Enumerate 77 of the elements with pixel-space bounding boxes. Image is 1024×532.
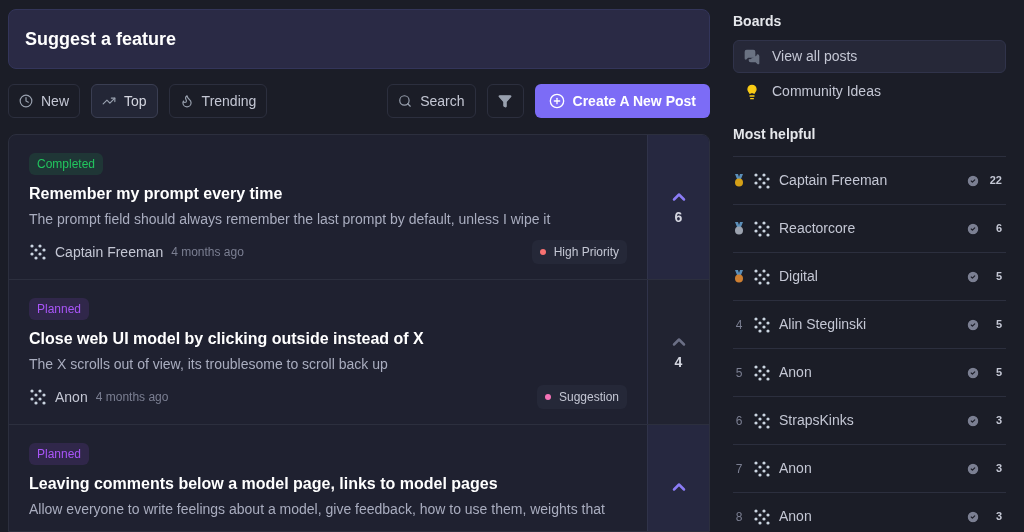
rank-number: 4 (735, 316, 743, 334)
rank-number: 6 (735, 412, 743, 430)
post-card[interactable]: Planned Leaving comments below a model page, links to model pages Allow everyone to write feelings about a model, give feedback, how to use them, weights that (9, 424, 709, 531)
check-icon (966, 221, 980, 236)
post-description: Allow everyone to write feelings about a model, give feedback, how to use them, weights that (29, 500, 606, 519)
post-card[interactable]: Planned Close web UI model by clicking outside instead of X The X scrolls out of view, its troublesome to scroll back up Anon 4 months ago Suggestion 4 (9, 279, 709, 424)
lightbulb-icon (744, 83, 760, 100)
sort-tab[interactable]: Trending (168, 84, 268, 118)
post-title[interactable]: Remember my prompt every time (29, 184, 627, 204)
rank-number: 8 (735, 508, 743, 526)
rank-number: 7 (735, 460, 743, 478)
helpful-count: 22 (988, 173, 1002, 189)
rank-number: 5 (735, 364, 743, 382)
vote-count: 4 (674, 353, 683, 372)
avatar-icon (753, 459, 771, 478)
avatar-icon (753, 171, 771, 190)
sort-tab[interactable]: New (8, 84, 80, 118)
sort-tab[interactable]: Top (91, 84, 158, 118)
status-badge: Planned (29, 443, 90, 465)
check-icon (966, 509, 980, 524)
check-icon (966, 461, 980, 476)
helpful-count: 6 (994, 221, 1002, 237)
avatar-icon (29, 388, 47, 406)
status-badge: Planned (29, 298, 90, 320)
filter-icon (498, 94, 513, 108)
status-badge: Completed (29, 153, 104, 175)
search-button[interactable]: Search (387, 84, 476, 118)
helpful-count: 5 (994, 317, 1002, 333)
post-title[interactable]: Leaving comments below a model page, links to model pages (29, 474, 627, 494)
post-description: The prompt field should always remember the last prompt by default, unless I wipe it (29, 210, 552, 229)
board-item[interactable]: View all posts (733, 40, 1006, 73)
author-name[interactable]: Anon (55, 386, 88, 408)
post-card[interactable]: Completed Remember my prompt every time The prompt field should always remember the last prompt by default, unless I wipe it Captain Freeman 4 months ago High Priority 6 (9, 135, 709, 279)
board-item[interactable]: Community Ideas (733, 75, 1006, 108)
helpful-count: 5 (994, 269, 1002, 285)
avatar-icon (29, 243, 47, 261)
user-name[interactable]: Reactorcore (779, 218, 856, 239)
chat-icon (744, 48, 760, 65)
avatar-icon (753, 315, 771, 334)
boards-heading: Boards (733, 12, 783, 31)
helpful-count: 3 (994, 461, 1002, 477)
clock-icon (19, 94, 33, 108)
user-name[interactable]: Anon (779, 506, 812, 527)
user-name[interactable]: Alin Steglinski (779, 314, 867, 335)
user-name[interactable]: Digital (779, 266, 818, 287)
helpful-count: 3 (994, 413, 1002, 429)
vote-count: 6 (674, 208, 683, 227)
post-title[interactable]: Close web UI model by clicking outside instead of X (29, 329, 627, 349)
post-time: 4 months ago (95, 389, 169, 406)
check-icon (966, 365, 980, 380)
helpful-count: 3 (994, 509, 1002, 525)
check-icon (966, 317, 980, 332)
user-name[interactable]: Anon (779, 362, 812, 383)
check-icon (966, 413, 980, 428)
post-time: 4 months ago (171, 244, 244, 261)
user-name[interactable]: Anon (779, 458, 812, 479)
author-name[interactable]: Captain Freeman (55, 241, 164, 263)
avatar-icon (753, 267, 771, 286)
user-name[interactable]: Captain Freeman (779, 170, 888, 191)
search-icon (398, 94, 413, 108)
create-post-button[interactable]: Create A New Post (534, 84, 710, 118)
flame-icon (179, 94, 194, 108)
avatar-icon (753, 219, 771, 238)
avatar-icon (753, 411, 771, 430)
post-description: The X scrolls out of view, its troublesome to scroll back up (29, 355, 389, 374)
avatar-icon (753, 507, 771, 526)
filter-button[interactable] (486, 84, 524, 118)
helpful-count: 5 (994, 365, 1002, 381)
tag-badge: High Priority (531, 240, 627, 264)
page-title: Suggest a feature (25, 27, 177, 51)
check-icon (966, 269, 980, 284)
check-icon (966, 173, 980, 188)
avatar-icon (753, 363, 771, 382)
most-helpful-heading: Most helpful (733, 125, 817, 144)
tag-badge: Suggestion (536, 385, 627, 409)
user-name[interactable]: StrapsKinks (779, 410, 854, 431)
plus-circle-icon (548, 93, 565, 109)
